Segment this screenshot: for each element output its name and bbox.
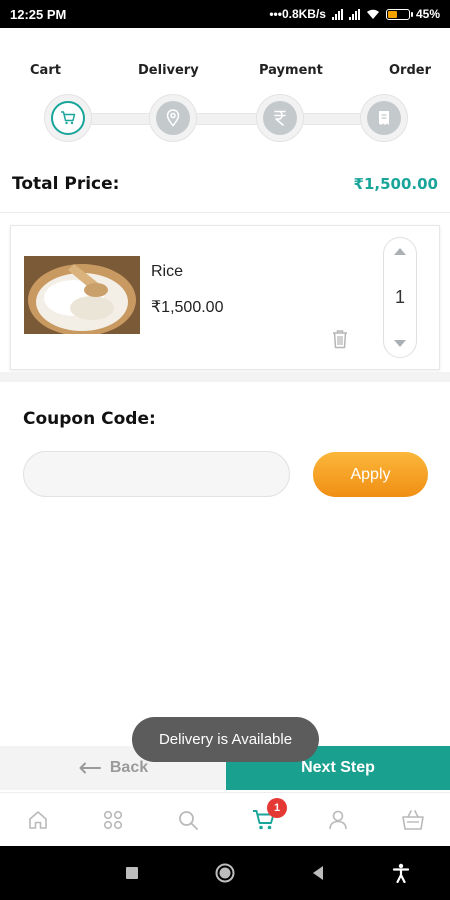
signal-icon-2: [348, 8, 360, 20]
location-pin-icon: [156, 101, 190, 135]
grid-icon[interactable]: [100, 807, 126, 833]
arrow-left-icon: [79, 762, 101, 774]
status-bar: 12:25 PM •••0.8KB/s 45%: [0, 0, 450, 28]
toast-message: Delivery is Available: [132, 717, 319, 762]
back-label: Back: [109, 759, 149, 776]
status-time: 12:25 PM: [10, 6, 67, 22]
search-icon[interactable]: [175, 807, 201, 833]
step-label-cart: Cart: [30, 63, 61, 78]
step-cart[interactable]: [44, 94, 92, 142]
accessibility-icon[interactable]: [391, 863, 411, 883]
coupon-code-label: Coupon Code:: [23, 409, 156, 429]
apply-coupon-button[interactable]: Apply: [313, 452, 428, 497]
delete-icon[interactable]: [331, 329, 349, 354]
product-price: ₹1,500.00: [151, 299, 224, 316]
step-delivery[interactable]: [149, 94, 197, 142]
coupon-code-input[interactable]: [23, 451, 290, 497]
step-order[interactable]: [360, 94, 408, 142]
divider: [0, 212, 450, 213]
cart-icon: [51, 101, 85, 135]
network-speed: •••0.8KB/s: [269, 7, 326, 21]
step-label-payment: Payment: [259, 63, 323, 78]
cart-item-card: Rice ₹1,500.00 1: [10, 225, 440, 370]
bottom-tab-bar: 1: [0, 792, 450, 846]
wifi-icon: [366, 9, 379, 19]
step-payment[interactable]: [256, 94, 304, 142]
receipt-icon: [367, 101, 401, 135]
user-icon[interactable]: [325, 807, 351, 833]
quantity-stepper: 1: [383, 237, 417, 358]
decrease-icon[interactable]: [394, 340, 406, 347]
back-nav-icon[interactable]: [308, 863, 328, 883]
product-image: [24, 256, 140, 334]
battery-percent: 45%: [415, 7, 440, 21]
status-icons: •••0.8KB/s 45%: [269, 7, 440, 21]
signal-icon: [331, 8, 343, 20]
system-nav-bar: [0, 846, 450, 900]
total-price-row: Total Price: ₹1,500.00: [12, 172, 438, 196]
quantity-value: 1: [394, 287, 405, 307]
total-price-value: ₹1,500.00: [353, 175, 438, 193]
home-icon[interactable]: [25, 807, 51, 833]
basket-icon[interactable]: [400, 807, 426, 833]
cart-count-badge: 1: [267, 798, 287, 818]
battery-icon: [385, 8, 413, 20]
rupee-icon: [263, 101, 297, 135]
cart-tab[interactable]: 1: [251, 798, 287, 833]
step-progress-line: [68, 113, 384, 125]
step-label-delivery: Delivery: [138, 63, 199, 78]
step-label-order: Order: [389, 63, 431, 78]
total-price-label: Total Price:: [12, 174, 120, 194]
home-button-icon[interactable]: [215, 863, 235, 883]
product-name: Rice: [151, 263, 184, 280]
checkout-stepper: Cart Delivery Payment Order: [0, 60, 450, 150]
recents-icon[interactable]: [122, 863, 142, 883]
section-separator: [0, 372, 450, 382]
increase-icon[interactable]: [394, 248, 406, 255]
